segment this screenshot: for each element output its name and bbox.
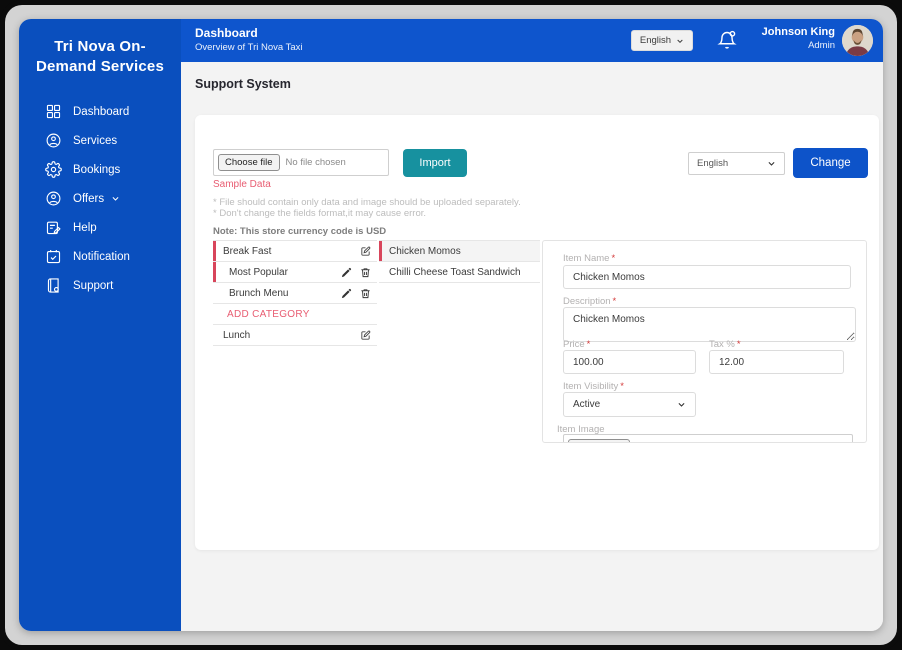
user-menu[interactable]: Johnson King Admin: [762, 26, 835, 51]
choose-file-button[interactable]: Choose file: [568, 438, 630, 442]
item-image-file-input[interactable]: Choose file No file chosen: [563, 434, 853, 443]
tax-input[interactable]: [709, 350, 844, 374]
description-label: Description *: [563, 296, 617, 307]
category-row[interactable]: Break Fast: [213, 241, 377, 262]
sidebar-item-label: Support: [73, 279, 114, 292]
user-name: Johnson King: [761, 26, 835, 38]
visibility-select[interactable]: Active: [563, 392, 696, 417]
sidebar-item-help[interactable]: Help: [19, 213, 181, 242]
chevron-down-icon: [768, 161, 775, 166]
item-name-label: Item Name *: [563, 253, 616, 264]
support-icon: [45, 277, 62, 294]
note-line: * File should contain only data and imag…: [213, 197, 521, 208]
edit-note-icon[interactable]: [360, 246, 371, 257]
sample-data-link[interactable]: Sample Data: [213, 179, 271, 190]
required-mark: *: [736, 339, 741, 350]
price-input[interactable]: [563, 350, 696, 374]
support-card: Choose file No file chosen Import Englis…: [195, 115, 879, 550]
notification-calendar-icon: [45, 248, 62, 265]
import-button[interactable]: Import: [403, 149, 467, 177]
item-label: Chilli Cheese Toast Sandwich: [389, 266, 521, 278]
dashboard-icon: [45, 103, 62, 120]
required-mark: *: [620, 381, 624, 392]
section-heading: Support System: [195, 77, 291, 91]
main-content: Support System Choose file No file chose…: [181, 62, 883, 631]
page-title: Dashboard: [195, 26, 258, 40]
category-label: Break Fast: [223, 245, 272, 257]
visibility-label: Item Visibility *: [563, 381, 624, 392]
no-file-chosen-text: No file chosen: [636, 442, 696, 443]
delete-trash-icon[interactable]: [360, 267, 371, 278]
chevron-down-icon: [678, 402, 685, 407]
required-mark: *: [611, 253, 616, 264]
note-line: * Don't change the fields format,it may …: [213, 208, 427, 219]
category-label: Lunch: [223, 329, 251, 341]
edit-note-icon[interactable]: [360, 330, 371, 341]
user-role: Admin: [808, 40, 835, 51]
chevron-down-icon: [677, 39, 683, 43]
required-mark: *: [586, 339, 591, 350]
chevron-down-icon: [111, 194, 120, 203]
category-row[interactable]: Most Popular: [213, 262, 377, 283]
description-textarea[interactable]: Chicken Momos: [563, 307, 856, 342]
sidebar-item-label: Bookings: [73, 163, 121, 176]
sidebar: Tri Nova On-Demand Services Dashboard Se…: [19, 19, 181, 631]
currency-note: Note: This store currency code is USD: [213, 226, 387, 237]
sidebar-item-label: Dashboard: [73, 105, 130, 118]
notification-bell-icon[interactable]: [717, 30, 737, 50]
item-name-input[interactable]: [563, 265, 851, 289]
sidebar-item-bookings[interactable]: Bookings: [19, 155, 181, 184]
sidebar-item-label: Offers: [73, 192, 105, 205]
app-window: Tri Nova On-Demand Services Dashboard Se…: [19, 19, 883, 631]
sidebar-item-label: Notification: [73, 250, 130, 263]
edit-pencil-icon[interactable]: [341, 288, 352, 299]
sidebar-nav: Dashboard Services Bookings Offers Help …: [19, 97, 181, 300]
sidebar-item-dashboard[interactable]: Dashboard: [19, 97, 181, 126]
import-file-input[interactable]: Choose file No file chosen: [213, 149, 389, 176]
category-table: Break Fast Most Popular Brunch Menu ADD …: [213, 240, 377, 346]
item-form: Item Name* Description* Chicken Momos Pr…: [542, 240, 867, 443]
topbar: Dashboard Overview of Tri Nova Taxi Engl…: [181, 19, 883, 62]
language-select-value: English: [697, 158, 729, 169]
tax-label: Tax % *: [709, 339, 741, 350]
add-category-button[interactable]: ADD CATEGORY: [213, 304, 377, 325]
sidebar-item-label: Help: [73, 221, 97, 234]
category-row[interactable]: Lunch: [213, 325, 377, 346]
sidebar-item-offers[interactable]: Offers: [19, 184, 181, 213]
edit-pencil-icon[interactable]: [341, 267, 352, 278]
category-label: Most Popular: [229, 266, 288, 278]
topbar-language-value: English: [639, 35, 672, 46]
services-icon: [45, 132, 62, 149]
item-list: Chicken Momos Chilli Cheese Toast Sandwi…: [379, 240, 540, 283]
category-row[interactable]: Brunch Menu: [213, 283, 377, 304]
topbar-language-select[interactable]: English: [631, 30, 693, 51]
brand-title: Tri Nova On-Demand Services: [35, 38, 165, 76]
visibility-select-value: Active: [573, 399, 601, 410]
offers-icon: [45, 190, 62, 207]
sidebar-item-support[interactable]: Support: [19, 271, 181, 300]
item-row[interactable]: Chilli Cheese Toast Sandwich: [379, 262, 540, 283]
help-icon: [45, 219, 62, 236]
avatar[interactable]: [842, 25, 873, 56]
sidebar-item-label: Services: [73, 134, 118, 147]
screen-frame: Tri Nova On-Demand Services Dashboard Se…: [0, 0, 902, 650]
price-label: Price *: [563, 339, 591, 350]
sidebar-item-notification[interactable]: Notification: [19, 242, 181, 271]
category-label: Brunch Menu: [229, 287, 289, 299]
desktop-background: Tri Nova On-Demand Services Dashboard Se…: [5, 5, 897, 645]
required-mark: *: [612, 296, 617, 307]
choose-file-button[interactable]: Choose file: [218, 154, 280, 171]
sidebar-item-services[interactable]: Services: [19, 126, 181, 155]
no-file-chosen-text: No file chosen: [285, 157, 346, 168]
item-row[interactable]: Chicken Momos: [379, 241, 540, 262]
item-label: Chicken Momos: [389, 245, 461, 257]
language-select[interactable]: English: [688, 152, 785, 175]
delete-trash-icon[interactable]: [360, 288, 371, 299]
bookings-icon: [45, 161, 62, 178]
change-button[interactable]: Change: [793, 148, 868, 178]
page-subtitle: Overview of Tri Nova Taxi: [195, 42, 303, 53]
